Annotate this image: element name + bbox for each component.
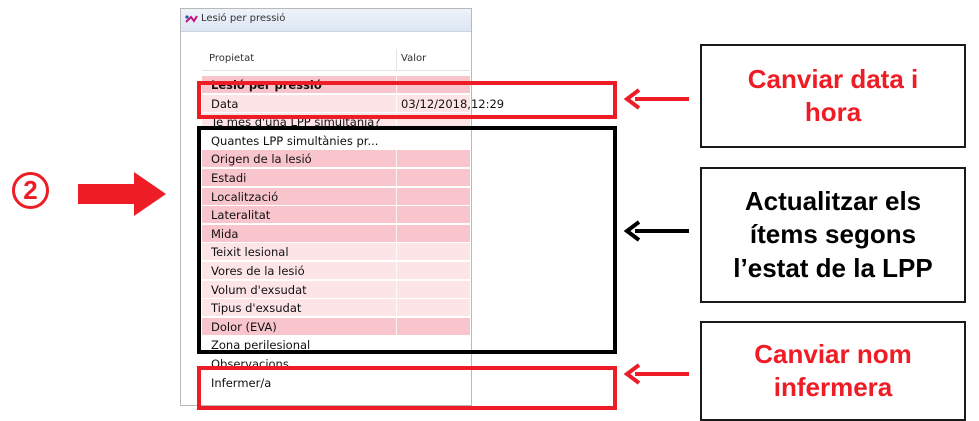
callout-change-date: Canviar data i hora — [700, 44, 966, 148]
nurse-highlight-box — [197, 366, 617, 410]
app-icon — [185, 15, 198, 23]
grid-header: Propietat Valor — [202, 49, 470, 71]
callout-change-nurse: Canviar nom infermera — [700, 321, 966, 421]
column-header-property[interactable]: Propietat — [209, 53, 254, 64]
arrow-left-icon — [623, 363, 689, 385]
step-number-badge: 2 — [12, 172, 49, 209]
window-titlebar: Lesió per pressió — [181, 9, 471, 32]
items-highlight-box — [197, 126, 617, 354]
callout-update-items: Actualitzar els ítems segons l’estat de … — [700, 167, 966, 303]
step-arrow-icon — [78, 172, 166, 216]
arrow-left-icon — [623, 88, 689, 110]
window-title: Lesió per pressió — [201, 13, 286, 24]
column-header-value[interactable]: Valor — [401, 53, 426, 64]
arrow-left-icon — [623, 220, 689, 242]
date-highlight-box — [197, 81, 617, 119]
